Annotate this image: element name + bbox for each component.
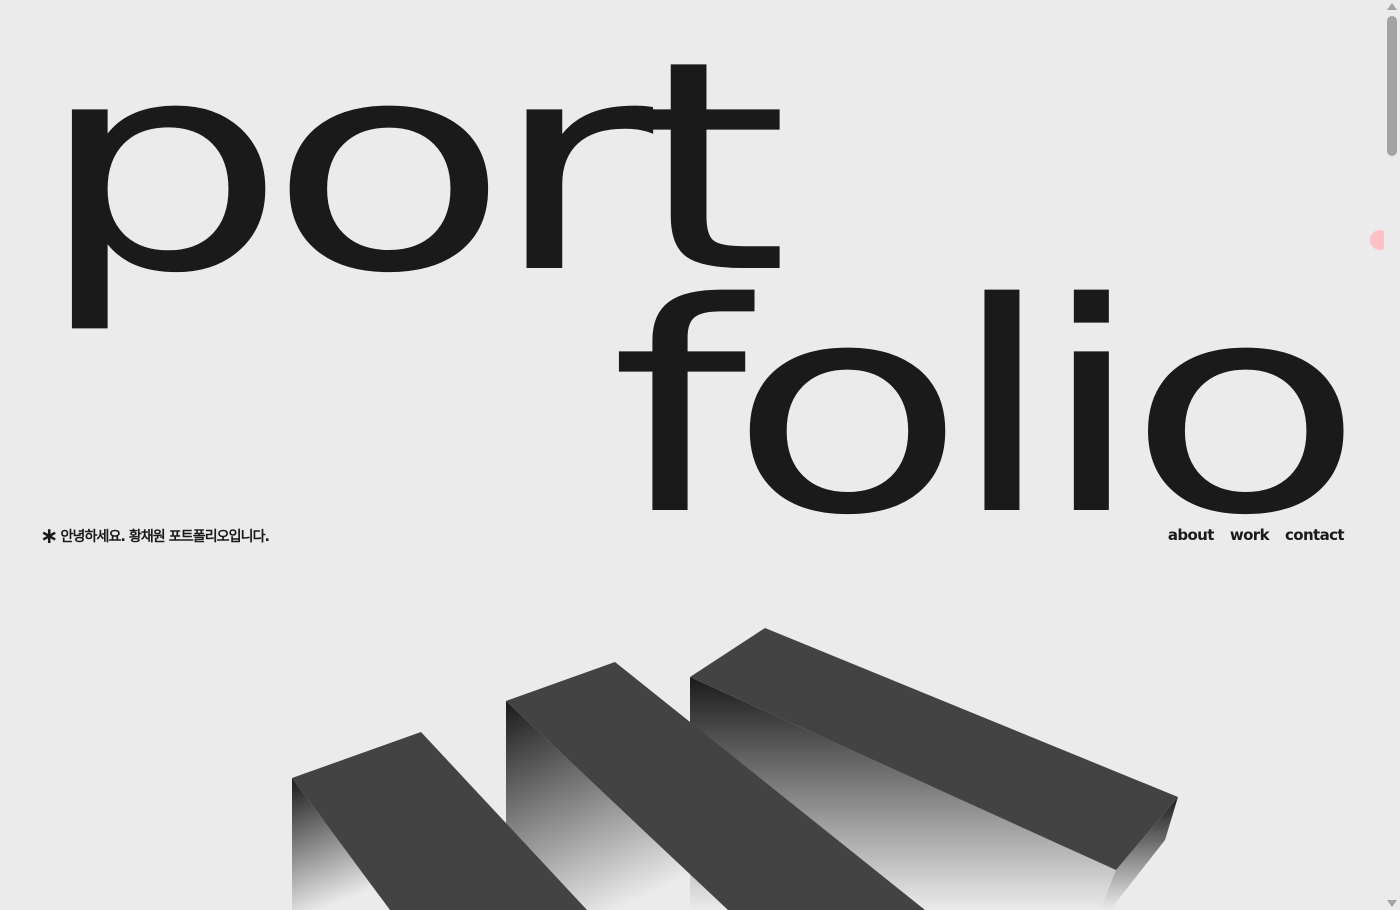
scroll-up-arrow-icon[interactable] [1387,3,1397,10]
main-nav: about work contact [1168,526,1345,544]
nav-work-link[interactable]: work [1230,526,1270,544]
nav-about-link[interactable]: about [1168,526,1215,544]
hero-graphic: port folio [36,0,1360,910]
scroll-thumb[interactable] [1387,16,1397,156]
scroll-down-arrow-icon[interactable] [1387,900,1397,907]
page-scrollbar[interactable] [1384,0,1400,910]
nav-contact-link[interactable]: contact [1285,526,1345,544]
asterisk-icon: ∗ [40,524,58,549]
intro-text: 안녕하세요. 황채원 포트폴리오입니다. [60,529,270,545]
intro-tagline: ∗ 안녕하세요. 황채원 포트폴리오입니다. [40,524,270,549]
